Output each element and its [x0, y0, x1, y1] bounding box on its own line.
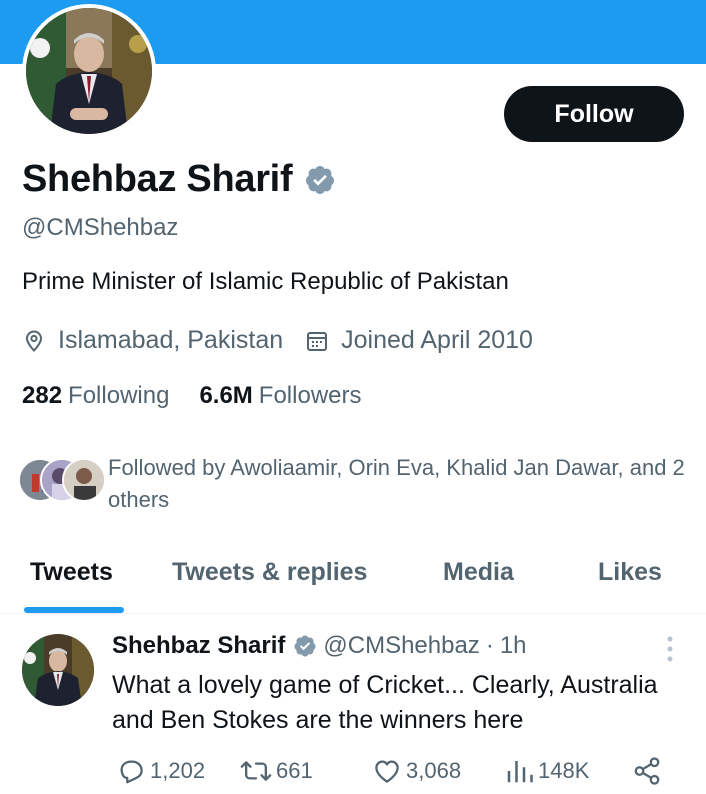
like-count: 3,068 [406, 758, 462, 783]
tab-likes[interactable]: Likes [598, 558, 662, 587]
tweet-author-name[interactable]: Shehbaz Sharif [112, 632, 285, 660]
following-label: Following [68, 382, 170, 409]
reply-button[interactable]: 1,202 [116, 756, 205, 786]
follower-avatar [62, 458, 106, 502]
tab-tweets[interactable]: Tweets [30, 558, 113, 587]
tweet-header: Shehbaz Sharif @CMShehbaz · 1h [112, 632, 527, 660]
verified-badge-icon[interactable] [304, 164, 336, 196]
retweet-icon [240, 761, 272, 781]
tweet-separator: · [485, 632, 494, 659]
following-count: 282 [22, 382, 63, 409]
followed-by-text: Followed by Awoliaamir, Orin Eva, Khalid… [108, 455, 685, 512]
location-pin-icon [25, 329, 43, 352]
joined-item: Joined April 2010 [305, 326, 533, 355]
profile-tabs: Tweets Tweets & replies Media Likes [0, 548, 706, 614]
followed-by-avatars [18, 458, 106, 508]
profile-name-row: Shehbaz Sharif [22, 158, 336, 201]
profile-avatar[interactable] [22, 4, 156, 138]
heart-icon [375, 760, 399, 783]
tab-tweets-replies[interactable]: Tweets & replies [172, 558, 367, 587]
calendar-icon [307, 331, 328, 351]
followers-count: 6.6M [199, 382, 253, 409]
location-text: Islamabad, Pakistan [58, 326, 284, 354]
profile-handle: @CMShehbaz [22, 214, 179, 241]
tab-media[interactable]: Media [443, 558, 514, 587]
tweet-author-handle[interactable]: @CMShehbaz [323, 632, 479, 660]
views-button[interactable]: 148K [504, 756, 589, 786]
tweet-actions: 1,202 661 3,068 148K [112, 756, 672, 786]
following-link[interactable]: 282 Following [22, 382, 169, 410]
profile-meta: Islamabad, Pakistan Joined April 2010 [22, 326, 555, 355]
tweet-avatar[interactable] [22, 634, 94, 706]
views-count: 148K [538, 758, 590, 783]
retweet-count: 661 [276, 758, 313, 783]
joined-text: Joined April 2010 [341, 326, 533, 354]
followers-label: Followers [258, 382, 362, 409]
followers-link[interactable]: 6.6M Followers [199, 382, 361, 410]
profile-bio: Prime Minister of Islamic Republic of Pa… [22, 268, 509, 295]
like-button[interactable]: 3,068 [372, 756, 461, 786]
location-item: Islamabad, Pakistan [22, 326, 283, 355]
tweet-timestamp[interactable]: 1h [500, 632, 527, 660]
tweet-text: What a lovely game of Cricket... Clearly… [112, 671, 658, 734]
views-chart-icon [507, 761, 533, 783]
profile-name: Shehbaz Sharif [22, 158, 293, 200]
more-vertical-icon[interactable] [662, 634, 678, 664]
reply-count: 1,202 [150, 758, 206, 783]
share-icon[interactable] [632, 756, 662, 786]
follow-stats: 282 Following 6.6M Followers [22, 382, 392, 410]
avatar-photo [26, 8, 152, 134]
follow-button[interactable]: Follow [504, 86, 684, 142]
retweet-button[interactable]: 661 [240, 756, 313, 786]
reply-icon [120, 760, 143, 784]
tweet[interactable]: Shehbaz Sharif @CMShehbaz · 1h What a lo… [0, 614, 706, 794]
verified-badge-icon [294, 635, 316, 657]
followed-by[interactable]: Followed by Awoliaamir, Orin Eva, Khalid… [18, 452, 688, 516]
active-tab-indicator [24, 607, 124, 613]
